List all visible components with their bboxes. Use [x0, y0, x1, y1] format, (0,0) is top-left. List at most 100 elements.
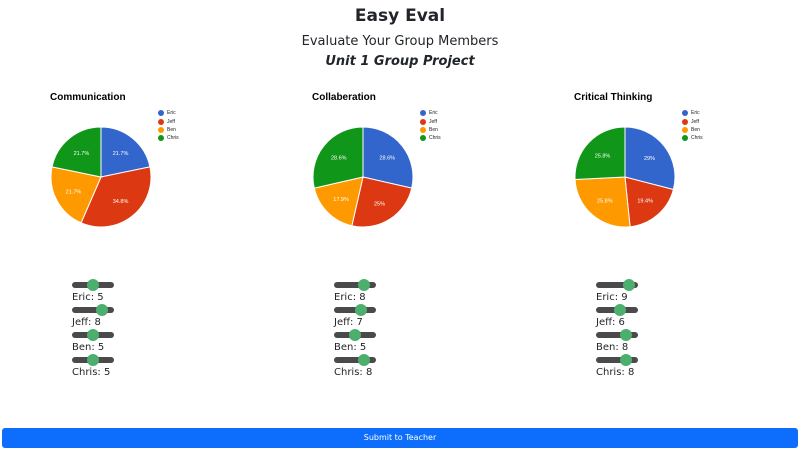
legend-swatch: [158, 135, 164, 142]
slider-value-label: Jeff: 6: [596, 317, 625, 328]
chart-title: Collaberation: [312, 92, 376, 103]
slider-value-label: Chris: 8: [334, 367, 373, 378]
legend-swatch: [158, 118, 164, 125]
slider-value-label: Jeff: 8: [72, 317, 101, 328]
rating-slider-eric[interactable]: [596, 279, 638, 291]
app-subtitle: Evaluate Your Group Members: [301, 34, 499, 49]
slider-row: Chris: 8: [334, 354, 454, 379]
slider-row: Eric: 9: [596, 279, 716, 304]
legend-item-eric: Eric: [158, 109, 179, 117]
legend-swatch: [420, 110, 426, 117]
legend-label: Eric: [167, 110, 176, 117]
rating-slider-chris[interactable]: [596, 354, 638, 366]
legend-swatch: [682, 135, 688, 142]
slider-thumb[interactable]: [355, 304, 367, 316]
rating-slider-ben[interactable]: [72, 329, 114, 341]
pie-slice-label: 19.4%: [637, 199, 653, 205]
slider-group-communication: Eric: 5 Jeff: 8 Ben: 5 Chris: 5: [72, 279, 192, 379]
pie-slice-label: 25.8%: [595, 154, 611, 160]
pie-slice-label: 25.8%: [597, 199, 613, 205]
slider-row: Jeff: 8: [72, 304, 192, 329]
legend-item-ben: Ben: [158, 126, 179, 134]
legend-label: Chris: [429, 135, 441, 142]
slider-thumb[interactable]: [87, 354, 99, 366]
slider-thumb[interactable]: [620, 354, 632, 366]
legend-item-jeff: Jeff: [420, 117, 441, 125]
chart-legend: Eric Jeff Ben Chris: [682, 109, 703, 143]
legend-item-chris: Chris: [420, 134, 441, 142]
pie-slice-label: 29%: [644, 156, 655, 162]
pie-slice-label: 21.7%: [66, 189, 82, 195]
rating-slider-ben[interactable]: [334, 329, 376, 341]
legend-item-chris: Chris: [682, 134, 703, 142]
chart-legend: Eric Jeff Ben Chris: [420, 109, 441, 143]
legend-item-eric: Eric: [682, 109, 703, 117]
rating-slider-ben[interactable]: [596, 329, 638, 341]
legend-item-ben: Ben: [682, 126, 703, 134]
chart-title: Communication: [50, 92, 126, 103]
slider-row: Ben: 8: [596, 329, 716, 354]
slider-value-label: Chris: 8: [596, 367, 635, 378]
slider-value-label: Eric: 8: [334, 292, 366, 303]
slider-value-label: Ben: 5: [72, 342, 105, 353]
legend-label: Ben: [429, 126, 438, 133]
pie-slice-label: 34.8%: [113, 199, 129, 205]
rating-slider-jeff[interactable]: [334, 304, 376, 316]
rating-slider-chris[interactable]: [334, 354, 376, 366]
rating-slider-eric[interactable]: [72, 279, 114, 291]
rating-slider-chris[interactable]: [72, 354, 114, 366]
legend-label: Eric: [691, 110, 700, 117]
legend-label: Chris: [167, 135, 179, 142]
chart-panel-communication: 21.7% 34.8% 21.7% 21.7% Communication Eric J…: [50, 88, 250, 238]
legend-label: Ben: [167, 126, 176, 133]
legend-item-ben: Ben: [420, 126, 441, 134]
pie-slice-label: 25%: [374, 201, 385, 207]
slider-thumb[interactable]: [96, 304, 108, 316]
slider-thumb[interactable]: [358, 279, 370, 291]
slider-value-label: Ben: 5: [334, 342, 367, 353]
slider-value-label: Ben: 8: [596, 342, 629, 353]
chart-panel-collaberation: 28.6% 25% 17.9% 28.6% Collaberation Eric Jef…: [312, 88, 512, 238]
legend-label: Ben: [691, 126, 700, 133]
slider-row: Eric: 8: [334, 279, 454, 304]
slider-group-critical-thinking: Eric: 9 Jeff: 6 Ben: 8 Chris: 8: [596, 279, 716, 379]
legend-label: Eric: [429, 110, 438, 117]
slider-thumb[interactable]: [358, 354, 370, 366]
app-title: Easy Eval: [354, 6, 446, 26]
slider-group-collaberation: Eric: 8 Jeff: 7 Ben: 5 Chris: 8: [334, 279, 454, 379]
legend-label: Chris: [691, 135, 703, 142]
legend-item-eric: Eric: [420, 109, 441, 117]
rating-slider-jeff[interactable]: [72, 304, 114, 316]
slider-value-label: Jeff: 7: [334, 317, 363, 328]
pie-chart-critical-thinking: 29% 19.4% 25.8% 25.8%: [574, 126, 676, 228]
project-title: Unit 1 Group Project: [325, 54, 475, 69]
legend-label: Jeff: [167, 118, 175, 125]
slider-thumb[interactable]: [87, 329, 99, 341]
legend-label: Jeff: [429, 118, 437, 125]
legend-swatch: [158, 110, 164, 117]
legend-item-jeff: Jeff: [682, 117, 703, 125]
slider-row: Chris: 8: [596, 354, 716, 379]
slider-value-label: Chris: 5: [72, 367, 111, 378]
chart-panel-critical-thinking: 29% 19.4% 25.8% 25.8% Critical Thinking Eri…: [574, 88, 774, 238]
slider-thumb[interactable]: [614, 304, 626, 316]
slider-value-label: Eric: 9: [596, 292, 628, 303]
legend-swatch: [682, 118, 688, 125]
slider-thumb[interactable]: [87, 279, 99, 291]
slider-thumb[interactable]: [623, 279, 635, 291]
slider-row: Jeff: 7: [334, 304, 454, 329]
rating-slider-jeff[interactable]: [596, 304, 638, 316]
slider-thumb[interactable]: [620, 329, 632, 341]
chart-legend: Eric Jeff Ben Chris: [158, 109, 179, 143]
slider-row: Eric: 5: [72, 279, 192, 304]
chart-title: Critical Thinking: [574, 92, 653, 103]
rating-slider-eric[interactable]: [334, 279, 376, 291]
submit-button[interactable]: Submit to Teacher: [2, 428, 798, 448]
legend-swatch: [158, 126, 164, 133]
legend-swatch: [682, 126, 688, 133]
pie-slice-label: 21.7%: [74, 151, 90, 157]
slider-thumb[interactable]: [349, 329, 361, 341]
legend-swatch: [420, 126, 426, 133]
pie-chart-communication: 21.7% 34.8% 21.7% 21.7%: [50, 126, 152, 228]
pie-slice-label: 28.6%: [379, 156, 395, 162]
